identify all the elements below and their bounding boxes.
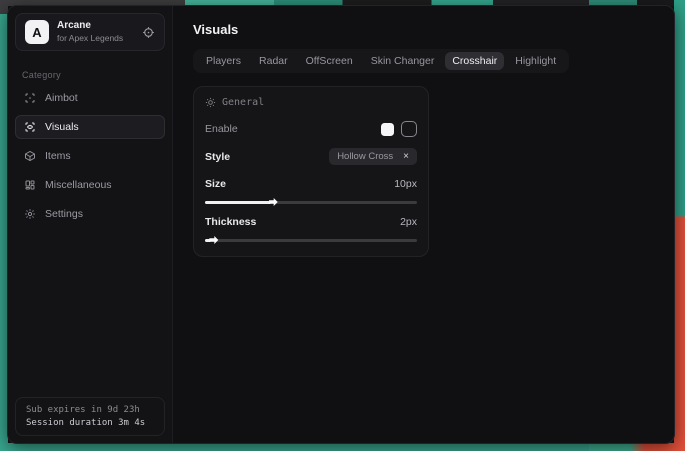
gear-icon <box>24 208 36 220</box>
tab-crosshair[interactable]: Crosshair <box>445 52 504 70</box>
target-icon[interactable] <box>142 26 155 39</box>
size-slider-thumb[interactable] <box>269 198 278 206</box>
tab-radar[interactable]: Radar <box>252 52 295 70</box>
size-slider[interactable] <box>205 198 417 206</box>
general-panel: General Enable Style Hollow Cross × <box>193 86 429 257</box>
desktop-bottom-strip <box>0 443 685 451</box>
size-row: Size 10px <box>205 178 417 190</box>
box-icon <box>24 150 36 162</box>
app-name: Arcane <box>57 20 134 33</box>
sidebar-item-miscellaneous[interactable]: Miscellaneous <box>15 173 165 197</box>
tab-highlight[interactable]: Highlight <box>508 52 563 70</box>
thickness-label: Thickness <box>205 216 256 228</box>
sun-gear-icon <box>205 97 216 108</box>
desktop-right-strip <box>674 0 685 451</box>
sidebar-item-items[interactable]: Items <box>15 144 165 168</box>
style-row: Style Hollow Cross × <box>205 148 417 165</box>
thickness-slider-track <box>205 239 417 242</box>
sidebar-item-visuals[interactable]: Visuals <box>15 115 165 139</box>
tab-players[interactable]: Players <box>199 52 248 70</box>
crosshair-icon <box>24 92 36 104</box>
sidebar-menu: Aimbot Visuals <box>8 86 172 226</box>
app-subtitle: for Apex Legends <box>57 33 134 44</box>
sidebar-item-settings[interactable]: Settings <box>15 202 165 226</box>
sidebar: A Arcane for Apex Legends Category <box>8 6 173 443</box>
thickness-slider[interactable] <box>205 236 417 244</box>
sub-expires-text: Sub expires in 9d 23h <box>26 405 154 415</box>
sidebar-item-label: Visuals <box>45 121 79 133</box>
panel-title: General <box>222 97 264 108</box>
panel-header: General <box>205 97 417 108</box>
thickness-slider-thumb[interactable] <box>209 236 218 244</box>
style-label: Style <box>205 151 230 163</box>
desktop: A Arcane for Apex Legends Category <box>0 0 685 451</box>
page-title: Visuals <box>193 22 660 37</box>
style-dropdown[interactable]: Hollow Cross × <box>329 148 417 165</box>
size-label: Size <box>205 178 226 190</box>
sidebar-item-aimbot[interactable]: Aimbot <box>15 86 165 110</box>
sidebar-item-label: Settings <box>45 208 83 220</box>
category-label: Category <box>22 70 172 80</box>
tab-offscreen[interactable]: OffScreen <box>299 52 360 70</box>
app-logo: A <box>25 20 49 44</box>
tab-skin-changer[interactable]: Skin Changer <box>364 52 442 70</box>
enable-row: Enable <box>205 121 417 137</box>
layout-grid-icon <box>24 179 36 191</box>
main-content: Visuals Players Radar OffScreen Skin Cha… <box>173 6 674 443</box>
sidebar-item-label: Aimbot <box>45 92 78 104</box>
style-value: Hollow Cross <box>337 151 393 162</box>
eye-scan-icon <box>24 121 36 133</box>
tab-bar: Players Radar OffScreen Skin Changer Cro… <box>193 49 569 73</box>
sidebar-item-label: Miscellaneous <box>45 179 112 191</box>
enable-checkbox[interactable] <box>401 121 417 137</box>
session-duration-text: Session duration 3m 4s <box>26 418 154 428</box>
enable-label: Enable <box>205 123 238 135</box>
thickness-row: Thickness 2px <box>205 216 417 228</box>
logo-card: A Arcane for Apex Legends <box>15 13 165 51</box>
close-icon[interactable]: × <box>403 152 409 162</box>
subscription-info-card: Sub expires in 9d 23h Session duration 3… <box>15 397 165 436</box>
size-value: 10px <box>394 178 417 190</box>
app-window: A Arcane for Apex Legends Category <box>7 5 675 444</box>
color-swatch[interactable] <box>381 123 394 136</box>
sidebar-item-label: Items <box>45 150 71 162</box>
size-slider-fill <box>205 201 271 204</box>
thickness-value: 2px <box>400 216 417 228</box>
